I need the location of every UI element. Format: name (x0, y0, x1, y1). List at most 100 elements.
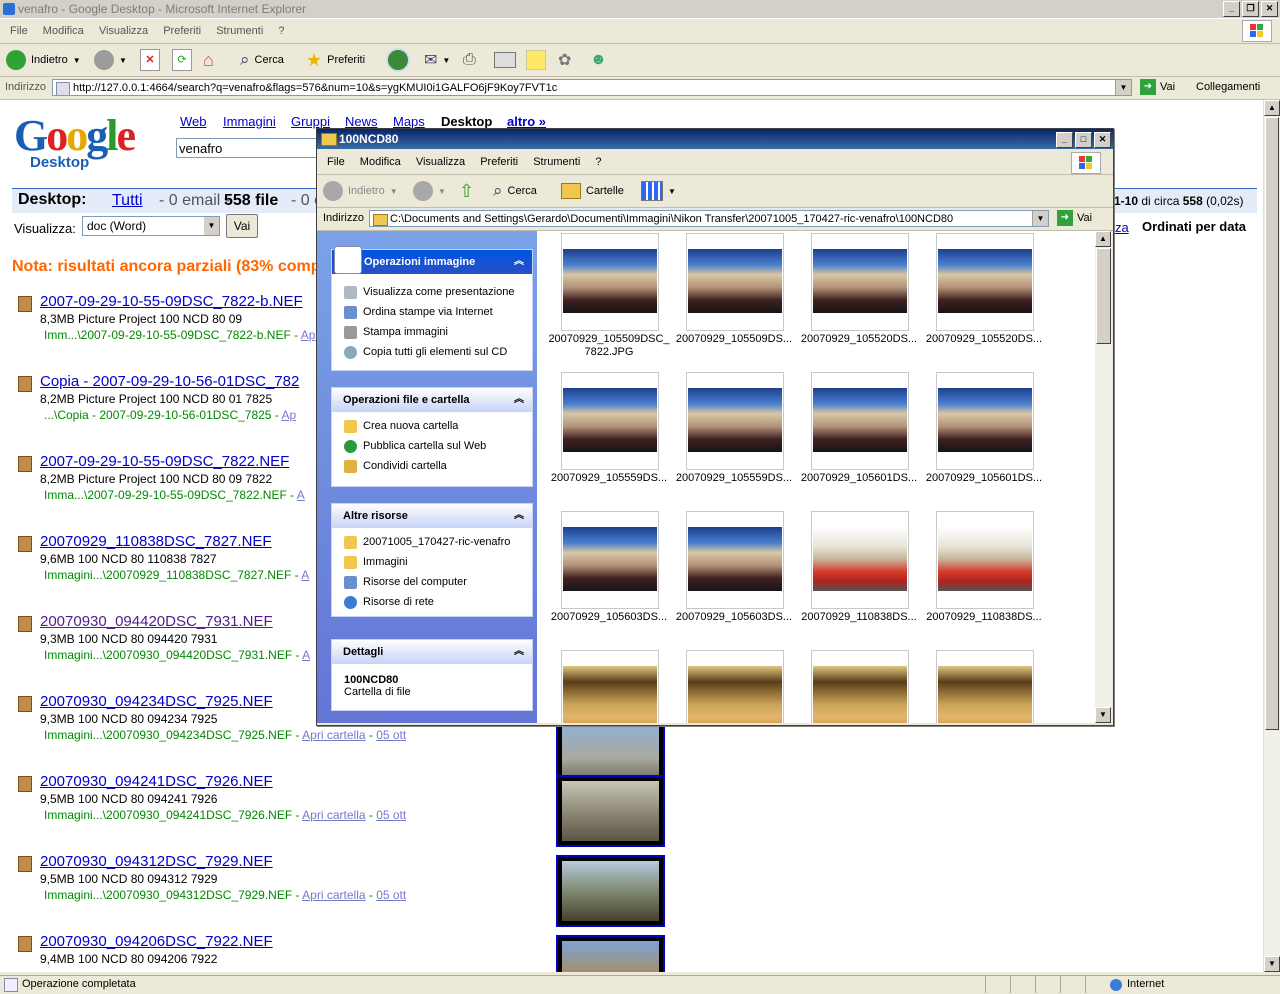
go-button[interactable]: ➜ Vai (1140, 79, 1175, 95)
nav-web[interactable]: Web (180, 114, 207, 129)
explorer-menu-visualizza[interactable]: Visualizza (416, 150, 465, 174)
task-share-folder[interactable]: Condividi cartella (332, 456, 532, 476)
task-copy-to-cd[interactable]: Copia tutti gli elementi sul CD (332, 342, 532, 362)
file-thumbnail[interactable]: 20070929_105509DS... (670, 233, 792, 363)
nav-altro[interactable]: altro » (507, 114, 546, 129)
explorer-scrollbar[interactable]: ▲ ▼ (1095, 231, 1112, 723)
history-button[interactable] (386, 48, 410, 72)
place-my-computer[interactable]: Risorse del computer (332, 572, 532, 592)
result-title-link[interactable]: 2007-09-29-10-55-09DSC_7822-b.NEF (40, 293, 303, 310)
address-input[interactable]: http://127.0.0.1:4664/search?q=venafro&f… (52, 79, 1132, 96)
nav-maps[interactable]: Maps (393, 114, 425, 129)
note-button[interactable] (526, 48, 546, 72)
explorer-menu-modifica[interactable]: Modifica (360, 150, 401, 174)
minimize-button[interactable]: _ (1223, 1, 1240, 17)
file-thumbnail[interactable]: 20070929_105559DS... (545, 372, 667, 502)
file-thumbnail[interactable]: 20070929_105603DS... (545, 511, 667, 641)
sort-link[interactable]: za (1115, 220, 1129, 235)
nav-immagini[interactable]: Immagini (223, 114, 276, 129)
file-thumbnail[interactable]: 20070929_105603DS... (670, 511, 792, 641)
file-thumbnail[interactable]: 20070929_105559DS... (670, 372, 792, 502)
open-folder-link[interactable]: A (302, 648, 310, 662)
open-folder-link[interactable]: Apri cartella (302, 808, 365, 822)
print-button[interactable]: ⎙ (463, 48, 476, 72)
explorer-menu-help[interactable]: ? (595, 150, 601, 174)
view-select[interactable]: doc (Word) ▼ (82, 216, 220, 236)
open-folder-link[interactable]: A (297, 488, 305, 502)
details-header[interactable]: Dettagli ︽ (332, 640, 532, 664)
refresh-button[interactable]: ⟳ (172, 48, 192, 72)
explorer-address-dropdown[interactable]: ▼ (1032, 211, 1048, 226)
explorer-views-button[interactable]: ▼ (641, 179, 676, 203)
place-immagini[interactable]: Immagini (332, 552, 532, 572)
scroll-down-button[interactable]: ▼ (1264, 956, 1280, 972)
result-title-link[interactable]: Copia - 2007-09-29-10-56-01DSC_782 (40, 373, 299, 390)
place-parent-folder[interactable]: 20071005_170427-ric-venafro (332, 532, 532, 552)
result-title-link[interactable]: 20070929_110838DSC_7827.NEF (40, 533, 272, 550)
explorer-minimize-button[interactable]: _ (1056, 132, 1073, 148)
forward-button[interactable]: ▼ (94, 48, 127, 72)
menu-strumenti[interactable]: Strumenti (216, 19, 263, 43)
google-logo[interactable]: Google (14, 114, 136, 158)
mail-button[interactable]: ✉ ▼ (424, 48, 450, 72)
result-title-link[interactable]: 20070930_094312DSC_7929.NEF (40, 853, 273, 870)
open-folder-link[interactable]: Apri cartella (302, 728, 365, 742)
file-thumbnail[interactable]: 20070929_110838DS... (920, 511, 1042, 641)
result-thumbnail[interactable] (556, 775, 665, 847)
menu-help[interactable]: ? (278, 19, 284, 43)
scroll-up-button[interactable]: ▲ (1264, 100, 1280, 116)
file-thumbnail[interactable]: 20070929_110838DS... (795, 511, 917, 641)
back-button[interactable]: Indietro ▼ (6, 48, 81, 72)
explorer-up-button[interactable]: ⇧ (459, 179, 474, 203)
home-button[interactable]: ⌂ (203, 48, 214, 72)
other-places-header[interactable]: Altre risorse ︽ (332, 504, 532, 528)
explorer-menu-file[interactable]: File (327, 150, 345, 174)
task-publish-web[interactable]: Pubblica cartella sul Web (332, 436, 532, 456)
restore-button[interactable]: ❐ (1242, 1, 1259, 17)
file-thumbnail[interactable]: 20070929_105601DS... (920, 372, 1042, 502)
explorer-search-button[interactable]: ⌕ Cerca (493, 179, 537, 203)
page-scrollbar[interactable]: ▲ ▼ (1263, 100, 1280, 972)
task-print-images[interactable]: Stampa immagini (332, 322, 532, 342)
filter-all-link[interactable]: Tutti (112, 192, 143, 210)
date-link[interactable]: 05 ott (376, 728, 406, 742)
open-folder-link[interactable]: Ap (301, 328, 316, 342)
open-folder-link[interactable]: Ap (281, 408, 296, 422)
place-network[interactable]: Risorse di rete (332, 592, 532, 612)
edit-button[interactable] (494, 48, 516, 72)
filter-email[interactable]: - 0 email - (159, 192, 230, 210)
explorer-back-button[interactable]: Indietro ▼ (323, 179, 398, 203)
result-thumbnail[interactable] (556, 935, 665, 972)
collapse-chevron-icon[interactable]: ︽ (514, 250, 524, 274)
date-link[interactable]: 05 ott (376, 888, 406, 902)
file-thumbnail[interactable] (795, 650, 915, 723)
file-thumbnail[interactable]: 20070929_105520DS... (795, 233, 917, 363)
explorer-forward-button[interactable]: ▼ (413, 179, 446, 203)
task-slideshow[interactable]: Visualizza come presentazione (332, 282, 532, 302)
file-thumbnail[interactable] (545, 650, 665, 723)
explorer-close-button[interactable]: ✕ (1094, 132, 1111, 148)
search-button[interactable]: ⌕ Cerca (240, 48, 284, 72)
file-thumbnail[interactable] (920, 650, 1040, 723)
nav-gruppi[interactable]: Gruppi (291, 114, 330, 129)
collapse-chevron-icon[interactable]: ︽ (514, 504, 524, 528)
task-order-prints[interactable]: Ordina stampe via Internet (332, 302, 532, 322)
file-thumbnail[interactable]: 20070929_105520DS... (920, 233, 1042, 363)
result-thumbnail[interactable] (556, 855, 665, 927)
messenger-button[interactable]: ☻ (590, 48, 607, 72)
result-title-link[interactable]: 20070930_094234DSC_7925.NEF (40, 693, 273, 710)
menu-file[interactable]: File (10, 19, 28, 43)
links-label[interactable]: Collegamenti (1196, 81, 1260, 93)
explorer-address-input[interactable]: C:\Documents and Settings\Gerardo\Docume… (369, 210, 1049, 227)
explorer-title-bar[interactable]: 100NCD80 _ □ ✕ (317, 129, 1113, 149)
file-tasks-header[interactable]: Operazioni file e cartella ︽ (332, 388, 532, 412)
menu-modifica[interactable]: Modifica (43, 19, 84, 43)
file-thumbnail[interactable] (670, 650, 790, 723)
address-dropdown[interactable]: ▼ (1115, 80, 1131, 95)
scroll-thumb[interactable] (1265, 117, 1279, 730)
result-title-link[interactable]: 20070930_094206DSC_7922.NEF (40, 933, 273, 950)
explorer-scroll-down-button[interactable]: ▼ (1095, 707, 1111, 723)
open-folder-link[interactable]: Apri cartella (302, 888, 365, 902)
collapse-chevron-icon[interactable]: ︽ (514, 640, 524, 664)
view-go-button[interactable]: Vai (226, 214, 258, 238)
